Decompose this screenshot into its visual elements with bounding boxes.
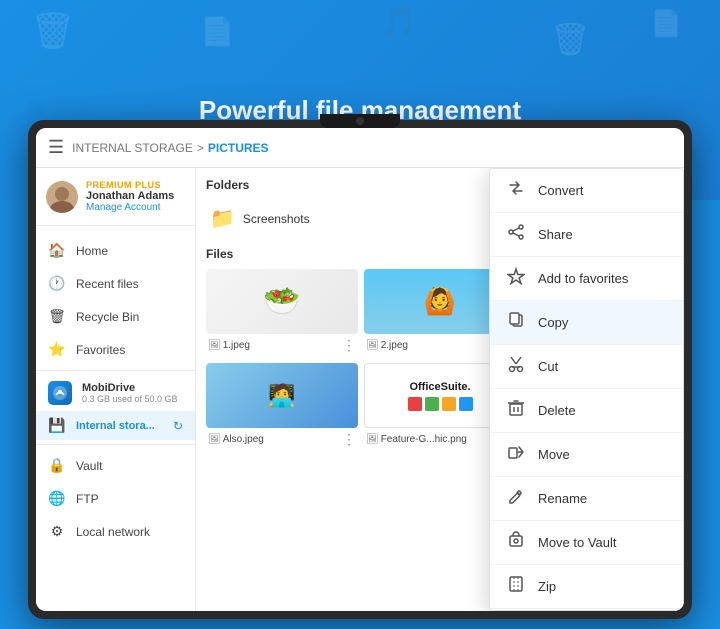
mobidrive-name: MobiDrive: [82, 382, 178, 394]
sidebar: PREMIUM PLUS Jonathan Adams Manage Accou…: [36, 168, 196, 611]
menu-item-delete-label: Delete: [538, 403, 576, 418]
internal-storage-icon: 💾: [48, 417, 66, 434]
hamburger-menu-icon[interactable]: ☰: [48, 137, 64, 158]
sidebar-item-recent-label: Recent files: [76, 277, 139, 291]
breadcrumb: INTERNAL STORAGE > PICTURES: [72, 141, 268, 155]
menu-item-cut[interactable]: Cut: [490, 345, 683, 389]
sidebar-nav: 🏠 Home 🕐 Recent files 🗑 Recycle Bin: [36, 226, 195, 556]
sidebar-item-internal-storage[interactable]: 💾 Internal stora... ↻: [36, 411, 195, 440]
add-favorites-icon: [506, 267, 526, 290]
menu-item-move[interactable]: Move: [490, 433, 683, 477]
menu-item-zip[interactable]: Zip: [490, 565, 683, 609]
breadcrumb-current: PICTURES: [208, 141, 269, 155]
sidebar-item-local-label: Local network: [76, 525, 150, 539]
app-container: ☰ INTERNAL STORAGE > PICTURES: [36, 128, 684, 611]
image-icon-0: 🖼: [208, 340, 221, 351]
manage-account-link[interactable]: Manage Account: [86, 202, 174, 213]
menu-item-move-vault-label: Move to Vault: [538, 535, 617, 550]
nav-divider-2: [36, 444, 195, 445]
menu-item-cut-label: Cut: [538, 359, 558, 374]
vault-move-icon: [506, 531, 526, 554]
convert-icon: [506, 179, 526, 202]
home-icon: 🏠: [48, 242, 66, 259]
menu-item-rename-label: Rename: [538, 491, 587, 506]
share-icon: [506, 223, 526, 246]
user-name: Jonathan Adams: [86, 190, 174, 202]
menu-item-copy-label: Copy: [538, 315, 568, 330]
ftp-icon: 🌐: [48, 490, 66, 507]
breadcrumb-root: INTERNAL STORAGE: [72, 141, 193, 155]
mobidrive-storage: 0.3 GB used of 50.0 GB: [82, 394, 178, 404]
file-name-4: Feature-G...hic.png: [381, 434, 498, 445]
menu-item-copy[interactable]: Copy: [490, 301, 683, 345]
menu-item-wallpaper[interactable]: Set as wallpaper: [490, 609, 683, 611]
file-name-3: Also.jpeg: [223, 434, 340, 445]
mobidrive-icon: [48, 381, 72, 405]
sync-icon: ↻: [173, 419, 183, 433]
menu-item-share[interactable]: Share: [490, 213, 683, 257]
folder-icon: 📁: [210, 206, 235, 231]
menu-item-zip-label: Zip: [538, 579, 556, 594]
file-item-0[interactable]: 🥗 🖼 1.jpeg ⋮: [206, 269, 358, 357]
nav-divider-1: [36, 370, 195, 371]
file-more-icon-0[interactable]: ⋮: [342, 337, 356, 354]
file-item-3[interactable]: 🧑‍💻 🖼 Also.jpeg ⋮: [206, 363, 358, 451]
sidebar-item-recycle-label: Recycle Bin: [76, 310, 139, 324]
avatar: [46, 181, 78, 213]
sidebar-item-vault-label: Vault: [76, 459, 102, 473]
sidebar-item-favorites[interactable]: ⭐ Favorites: [36, 333, 195, 366]
topbar: ☰ INTERNAL STORAGE > PICTURES: [36, 128, 684, 168]
content-area: PREMIUM PLUS Jonathan Adams Manage Accou…: [36, 168, 684, 611]
sidebar-item-ftp[interactable]: 🌐 FTP: [36, 482, 195, 515]
move-icon: [506, 443, 526, 466]
sidebar-item-home-label: Home: [76, 244, 108, 258]
menu-item-delete[interactable]: Delete: [490, 389, 683, 433]
mobidrive-info: MobiDrive 0.3 GB used of 50.0 GB: [82, 382, 178, 404]
sidebar-item-recent[interactable]: 🕐 Recent files: [36, 267, 195, 300]
file-label-0: 🖼 1.jpeg ⋮: [206, 334, 358, 357]
zip-icon: [506, 575, 526, 598]
menu-item-move-vault[interactable]: Move to Vault: [490, 521, 683, 565]
menu-item-move-label: Move: [538, 447, 570, 462]
sidebar-item-home[interactable]: 🏠 Home: [36, 234, 195, 267]
menu-item-add-favorites[interactable]: Add to favorites: [490, 257, 683, 301]
user-profile-section: PREMIUM PLUS Jonathan Adams Manage Accou…: [36, 168, 195, 226]
file-name-0: 1.jpeg: [223, 340, 340, 351]
sidebar-item-vault[interactable]: 🔒 Vault: [36, 449, 195, 482]
context-menu: Convert: [489, 168, 684, 611]
image-icon-3: 🖼: [208, 434, 221, 445]
network-icon: ⚙: [48, 523, 66, 540]
tablet-frame: ☰ INTERNAL STORAGE > PICTURES: [28, 120, 692, 619]
menu-item-convert-label: Convert: [538, 183, 584, 198]
image-icon-4: 🖼: [366, 434, 379, 445]
breadcrumb-separator: >: [197, 141, 204, 155]
favorites-icon: ⭐: [48, 341, 66, 358]
menu-item-convert[interactable]: Convert: [490, 169, 683, 213]
recent-icon: 🕐: [48, 275, 66, 292]
sidebar-item-recycle[interactable]: 🗑 Recycle Bin: [36, 300, 195, 333]
file-more-icon-3[interactable]: ⋮: [342, 431, 356, 448]
tablet-camera: [356, 117, 364, 125]
cut-icon: [506, 355, 526, 378]
internal-storage-label: Internal stora...: [76, 420, 155, 432]
sidebar-item-favorites-label: Favorites: [76, 343, 125, 357]
recycle-icon: 🗑: [48, 308, 66, 325]
file-label-3: 🖼 Also.jpeg ⋮: [206, 428, 358, 451]
file-browser: Folders 📁 Screenshots ⋮ Files 🥗: [196, 168, 684, 611]
user-tier: PREMIUM PLUS: [86, 180, 174, 190]
sidebar-item-ftp-label: FTP: [76, 492, 99, 506]
delete-icon: [506, 399, 526, 422]
sidebar-item-local-network[interactable]: ⚙ Local network: [36, 515, 195, 548]
rename-icon: [506, 487, 526, 510]
menu-item-rename[interactable]: Rename: [490, 477, 683, 521]
menu-item-share-label: Share: [538, 227, 573, 242]
file-name-1: 2.jpeg: [381, 340, 498, 351]
sidebar-item-mobidrive[interactable]: MobiDrive 0.3 GB used of 50.0 GB: [36, 375, 195, 411]
user-info: PREMIUM PLUS Jonathan Adams Manage Accou…: [86, 180, 174, 213]
image-icon-1: 🖼: [366, 340, 379, 351]
copy-icon: [506, 311, 526, 334]
menu-item-add-favorites-label: Add to favorites: [538, 271, 628, 286]
vault-icon: 🔒: [48, 457, 66, 474]
tablet-screen: ☰ INTERNAL STORAGE > PICTURES: [36, 128, 684, 611]
